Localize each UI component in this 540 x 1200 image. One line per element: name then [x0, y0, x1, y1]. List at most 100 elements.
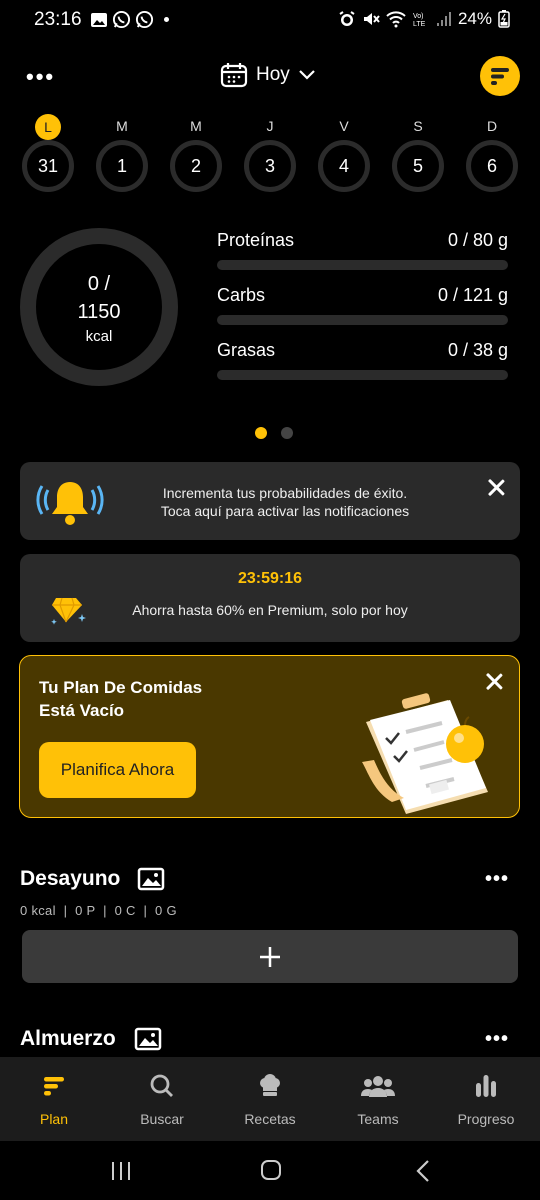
- nav-teams[interactable]: Teams: [324, 1071, 432, 1127]
- meal-plan-title-line-2: Está Vacío: [39, 701, 125, 720]
- image-icon[interactable]: [137, 867, 165, 891]
- bottom-navigation: Plan Buscar Recetas Teams Progreso: [0, 1057, 540, 1141]
- day-letter: J: [266, 118, 274, 134]
- day-item[interactable]: M 1: [96, 112, 148, 192]
- volte-icon: Vo)LTE: [413, 13, 426, 28]
- notification-line-2: Toca aquí para activar las notificacione…: [160, 503, 410, 519]
- nav-plan[interactable]: Plan: [0, 1071, 108, 1127]
- calendar-icon: [220, 63, 248, 88]
- bar-chart-icon: [476, 1075, 496, 1097]
- close-icon[interactable]: [485, 476, 507, 498]
- calorie-ring[interactable]: 0 / 1150 kcal: [20, 228, 178, 386]
- day-number: 3: [244, 140, 296, 192]
- day-item[interactable]: D 6: [466, 112, 518, 192]
- macro-summary: Proteínas 0 / 80 g Carbs 0 / 121 g Grasa…: [217, 230, 508, 395]
- macro-value: 0 / 38 g: [447, 340, 508, 360]
- macro-label: Proteínas: [217, 230, 295, 250]
- image-icon[interactable]: [134, 1027, 162, 1051]
- offer-countdown: 23:59:16: [237, 570, 303, 587]
- more-notifications-dot: [164, 17, 169, 22]
- system-navigation-bar: [0, 1141, 540, 1200]
- macro-protein: Proteínas 0 / 80 g: [217, 230, 508, 285]
- brand-logo-icon: [491, 68, 509, 85]
- nav-search[interactable]: Buscar: [108, 1071, 216, 1127]
- nav-progress[interactable]: Progreso: [432, 1071, 540, 1127]
- macro-fats: Grasas 0 / 38 g: [217, 340, 508, 395]
- week-day-selector: L 31 M 1 M 2 J 3 V 4 S 5 D 6: [22, 112, 518, 192]
- day-letter: M: [116, 118, 128, 134]
- premium-offer-card[interactable]: 23:59:16 Ahorra hasta 60% en Premium, so…: [20, 554, 520, 642]
- date-selector[interactable]: Hoy: [220, 62, 316, 88]
- close-icon[interactable]: [483, 670, 505, 692]
- whatsapp-icon: [112, 10, 131, 29]
- macro-label: Grasas: [217, 340, 276, 360]
- meal-nutrition-summary: 0 kcal | 0 P | 0 C | 0 G: [20, 903, 177, 918]
- day-number: 5: [392, 140, 444, 192]
- status-notification-icons: [90, 10, 169, 29]
- calories-unit: kcal: [85, 327, 113, 345]
- day-letter: L: [35, 114, 61, 140]
- meal-title-breakfast: Desayuno: [20, 867, 121, 890]
- svg-text:LTE: LTE: [413, 21, 426, 28]
- home-icon[interactable]: [260, 1159, 282, 1181]
- notification-prompt-text: Incrementa tus probabilidades de éxito. …: [120, 484, 450, 520]
- plan-icon: [44, 1077, 64, 1096]
- teams-icon: [361, 1076, 395, 1097]
- mute-icon: [363, 13, 380, 25]
- app-header: ••• Hoy: [0, 52, 540, 100]
- nav-label: Teams: [357, 1111, 399, 1127]
- meal-more-options-icon[interactable]: •••: [485, 1028, 509, 1051]
- macro-carbs: Carbs 0 / 121 g: [217, 285, 508, 340]
- day-item[interactable]: M 2: [170, 112, 222, 192]
- calories-target: 1150: [77, 300, 121, 323]
- page-dot[interactable]: [281, 427, 293, 439]
- day-item[interactable]: L 31: [22, 112, 74, 192]
- day-letter: S: [413, 118, 423, 134]
- date-label: Hoy: [256, 64, 290, 85]
- nav-label: Buscar: [140, 1111, 184, 1127]
- plan-now-button[interactable]: Planifica Ahora: [39, 742, 196, 798]
- battery-percentage: 24%: [457, 9, 492, 28]
- day-number: 4: [318, 140, 370, 192]
- day-item[interactable]: J 3: [244, 112, 296, 192]
- notification-line-1: Incrementa tus probabilidades de éxito.: [162, 485, 408, 501]
- notification-prompt-card[interactable]: Incrementa tus probabilidades de éxito. …: [20, 462, 520, 540]
- calories-consumed: 0 /: [87, 272, 111, 295]
- search-icon: [150, 1074, 173, 1097]
- whatsapp-icon: [135, 10, 154, 29]
- day-letter: V: [339, 118, 349, 134]
- wifi-icon: [386, 11, 406, 28]
- day-letter: M: [190, 118, 202, 134]
- macro-value: 0 / 121 g: [437, 285, 508, 305]
- day-item[interactable]: S 5: [392, 112, 444, 192]
- more-options-icon[interactable]: •••: [26, 64, 55, 90]
- page-indicator[interactable]: [255, 427, 293, 439]
- page-dot-active[interactable]: [255, 427, 267, 439]
- chef-hat-icon: [260, 1074, 280, 1096]
- day-item[interactable]: V 4: [318, 112, 370, 192]
- day-letter: D: [486, 118, 498, 134]
- day-number: 2: [170, 140, 222, 192]
- chevron-down-icon: [299, 70, 315, 80]
- back-icon[interactable]: [414, 1159, 434, 1183]
- meal-more-options-icon[interactable]: •••: [485, 868, 509, 891]
- nav-recipes[interactable]: Recetas: [216, 1071, 324, 1127]
- svg-text:Vo): Vo): [413, 13, 424, 20]
- alarm-icon: [339, 11, 355, 26]
- status-system-icons: Vo) LTE 24%: [338, 9, 510, 29]
- offer-text: Ahorra hasta 60% en Premium, solo por ho…: [132, 602, 408, 618]
- day-number: 6: [466, 140, 518, 192]
- meal-plan-title-line-1: Tu Plan De Comidas: [39, 678, 203, 697]
- signal-icon: [436, 12, 451, 26]
- plus-icon: [260, 946, 280, 967]
- meal-plan-card: Tu Plan De Comidas Está Vacío Planifica …: [19, 655, 520, 818]
- add-food-button[interactable]: [22, 930, 518, 983]
- brand-logo-button[interactable]: [480, 56, 520, 96]
- macro-progress-bar: [217, 260, 508, 270]
- meal-title-lunch: Almuerzo: [20, 1027, 116, 1050]
- recent-apps-icon[interactable]: [110, 1160, 132, 1182]
- battery-charging-icon: [498, 10, 510, 28]
- day-number: 1: [96, 140, 148, 192]
- bell-icon: [36, 482, 104, 525]
- nav-label: Plan: [39, 1111, 69, 1127]
